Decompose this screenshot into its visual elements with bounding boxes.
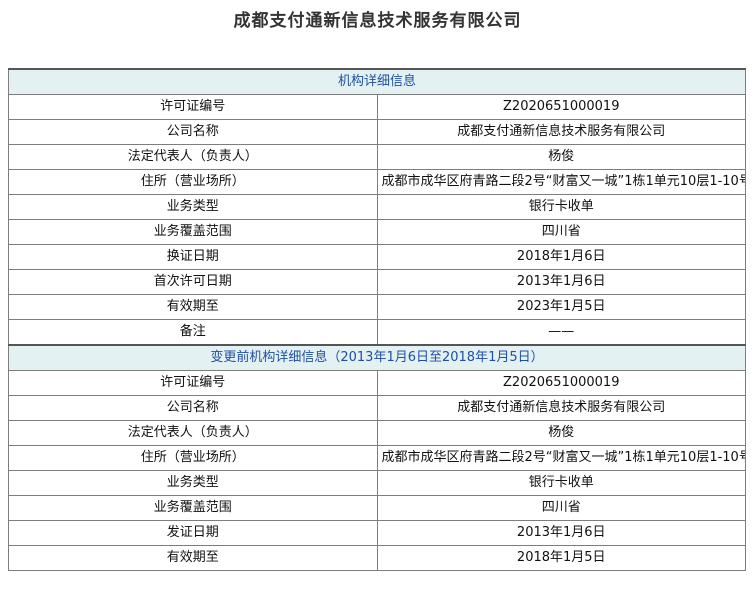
row-value: —— bbox=[376, 319, 746, 346]
row-value: 成都支付通新信息技术服务有限公司 bbox=[376, 119, 746, 145]
section-header-current: 机构详细信息 bbox=[8, 68, 746, 95]
row-value: Z2020651000019 bbox=[376, 94, 746, 120]
table-row: 住所（营业场所） 成都市成华区府青路二段2号“财富又一城”1栋1单元10层1-1… bbox=[8, 445, 746, 471]
row-value: Z2020651000019 bbox=[376, 370, 746, 396]
row-label: 首次许可日期 bbox=[8, 269, 378, 295]
row-label: 业务类型 bbox=[8, 194, 378, 220]
table-row: 法定代表人（负责人） 杨俊 bbox=[8, 420, 746, 446]
row-label: 换证日期 bbox=[8, 244, 378, 270]
row-label: 业务类型 bbox=[8, 470, 378, 496]
row-value: 四川省 bbox=[376, 495, 746, 521]
row-value: 2013年1月6日 bbox=[376, 269, 746, 295]
table-row: 首次许可日期 2013年1月6日 bbox=[8, 269, 746, 295]
row-value: 2013年1月6日 bbox=[376, 520, 746, 546]
table-row: 业务覆盖范围 四川省 bbox=[8, 219, 746, 245]
row-label: 有效期至 bbox=[8, 294, 378, 320]
table-row: 法定代表人（负责人） 杨俊 bbox=[8, 144, 746, 170]
section-header-previous: 变更前机构详细信息（2013年1月6日至2018年1月5日） bbox=[8, 344, 746, 371]
row-value: 成都市成华区府青路二段2号“财富又一城”1栋1单元10层1-10号11层1-10… bbox=[376, 445, 746, 471]
row-value: 2018年1月6日 bbox=[376, 244, 746, 270]
row-value: 成都市成华区府青路二段2号“财富又一城”1栋1单元10层1-10号11层1-10… bbox=[376, 169, 746, 195]
row-value: 2023年1月5日 bbox=[376, 294, 746, 320]
row-value: 四川省 bbox=[376, 219, 746, 245]
row-value: 银行卡收单 bbox=[376, 194, 746, 220]
row-label: 有效期至 bbox=[8, 545, 378, 571]
row-label: 住所（营业场所） bbox=[8, 169, 378, 195]
table-row: 公司名称 成都支付通新信息技术服务有限公司 bbox=[8, 395, 746, 421]
row-label: 备注 bbox=[8, 319, 378, 346]
table-row: 公司名称 成都支付通新信息技术服务有限公司 bbox=[8, 119, 746, 145]
table-row: 有效期至 2018年1月5日 bbox=[8, 545, 746, 571]
table-row: 住所（营业场所） 成都市成华区府青路二段2号“财富又一城”1栋1单元10层1-1… bbox=[8, 169, 746, 195]
row-value: 杨俊 bbox=[376, 144, 746, 170]
row-value: 2018年1月5日 bbox=[376, 545, 746, 571]
row-label: 业务覆盖范围 bbox=[8, 219, 378, 245]
row-label: 公司名称 bbox=[8, 395, 378, 421]
section-title: 机构详细信息 bbox=[8, 68, 746, 95]
row-label: 许可证编号 bbox=[8, 94, 378, 120]
table-row: 备注 —— bbox=[8, 319, 746, 346]
row-label: 公司名称 bbox=[8, 119, 378, 145]
row-label: 业务覆盖范围 bbox=[8, 495, 378, 521]
table-row: 许可证编号 Z2020651000019 bbox=[8, 370, 746, 396]
row-value: 杨俊 bbox=[376, 420, 746, 446]
table-row: 业务类型 银行卡收单 bbox=[8, 470, 746, 496]
row-value: 银行卡收单 bbox=[376, 470, 746, 496]
table-row: 业务类型 银行卡收单 bbox=[8, 194, 746, 220]
row-value: 成都支付通新信息技术服务有限公司 bbox=[376, 395, 746, 421]
table-row: 发证日期 2013年1月6日 bbox=[8, 520, 746, 546]
table-row: 换证日期 2018年1月6日 bbox=[8, 244, 746, 270]
table-row: 业务覆盖范围 四川省 bbox=[8, 495, 746, 521]
section-title: 变更前机构详细信息（2013年1月6日至2018年1月5日） bbox=[8, 344, 746, 371]
row-label: 住所（营业场所） bbox=[8, 445, 378, 471]
row-label: 法定代表人（负责人） bbox=[8, 144, 378, 170]
institution-info-table: 机构详细信息 许可证编号 Z2020651000019 公司名称 成都支付通新信… bbox=[8, 68, 746, 571]
table-row: 许可证编号 Z2020651000019 bbox=[8, 94, 746, 120]
row-label: 法定代表人（负责人） bbox=[8, 420, 378, 446]
row-label: 许可证编号 bbox=[8, 370, 378, 396]
page-title: 成都支付通新信息技术服务有限公司 bbox=[233, 11, 522, 31]
row-label: 发证日期 bbox=[8, 520, 378, 546]
table-row: 有效期至 2023年1月5日 bbox=[8, 294, 746, 320]
